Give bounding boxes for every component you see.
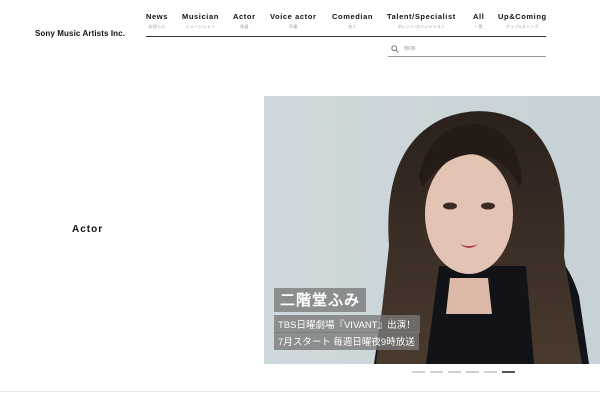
- carousel-pagination: [412, 371, 515, 373]
- nav-actor[interactable]: Actor 俳優: [233, 12, 256, 30]
- nav-label: Comedian: [332, 12, 374, 21]
- nav-sublabel: タレント/スペシャリスト: [397, 24, 446, 29]
- carousel-dot[interactable]: [430, 371, 443, 373]
- nav-sublabel: 芸人: [348, 24, 357, 29]
- search-bar[interactable]: [388, 42, 546, 57]
- search-icon[interactable]: [391, 45, 399, 53]
- nav-sublabel: 声優: [288, 24, 298, 29]
- search-input[interactable]: [404, 46, 534, 52]
- nav-label: Actor: [233, 12, 256, 21]
- nav-sublabel: お知らせ: [148, 24, 166, 29]
- carousel-dot[interactable]: [412, 371, 425, 373]
- nav-sublabel: アップ&カミング: [505, 24, 539, 29]
- section-label: Actor: [72, 224, 104, 235]
- hero-caption-line-2: 7月スタート 毎週日曜夜9時放送: [274, 332, 419, 350]
- nav-sublabel: ミュージシャン: [185, 24, 216, 29]
- nav-label: Voice actor: [270, 12, 317, 21]
- logo[interactable]: Sony Music Artists Inc.: [35, 29, 125, 38]
- nav-news[interactable]: News お知らせ: [146, 12, 168, 30]
- carousel-dot[interactable]: [484, 371, 497, 373]
- nav-sublabel: 俳優: [239, 24, 249, 29]
- divider: [0, 391, 600, 392]
- artist-name: 二階堂ふみ: [274, 288, 367, 312]
- nav-label: All: [473, 12, 485, 21]
- main-nav: News お知らせ Musician ミュージシャン Actor 俳優 Voic…: [146, 12, 546, 37]
- nav-label: Up&Coming: [498, 12, 547, 21]
- carousel-dot[interactable]: [466, 371, 479, 373]
- carousel-dot[interactable]: [448, 371, 461, 373]
- nav-talent-specialist[interactable]: Talent/Specialist タレント/スペシャリスト: [387, 12, 456, 30]
- hero-caption-line-1: TBS日曜劇場『VIVANT』出演！: [274, 315, 420, 333]
- nav-label: News: [146, 12, 168, 21]
- nav-all[interactable]: All 一覧: [473, 12, 484, 30]
- hero-slide[interactable]: 二階堂ふみ TBS日曜劇場『VIVANT』出演！ 7月スタート 毎週日曜夜9時放…: [264, 96, 600, 364]
- nav-comedian[interactable]: Comedian 芸人: [332, 12, 373, 30]
- nav-voice-actor[interactable]: Voice actor 声優: [270, 12, 316, 30]
- carousel-dot-active[interactable]: [502, 371, 515, 373]
- nav-up-and-coming[interactable]: Up&Coming アップ&カミング: [498, 12, 547, 30]
- nav-musician[interactable]: Musician ミュージシャン: [182, 12, 219, 30]
- nav-label: Musician: [182, 12, 219, 21]
- nav-label: Talent/Specialist: [387, 12, 456, 21]
- nav-sublabel: 一覧: [474, 24, 483, 29]
